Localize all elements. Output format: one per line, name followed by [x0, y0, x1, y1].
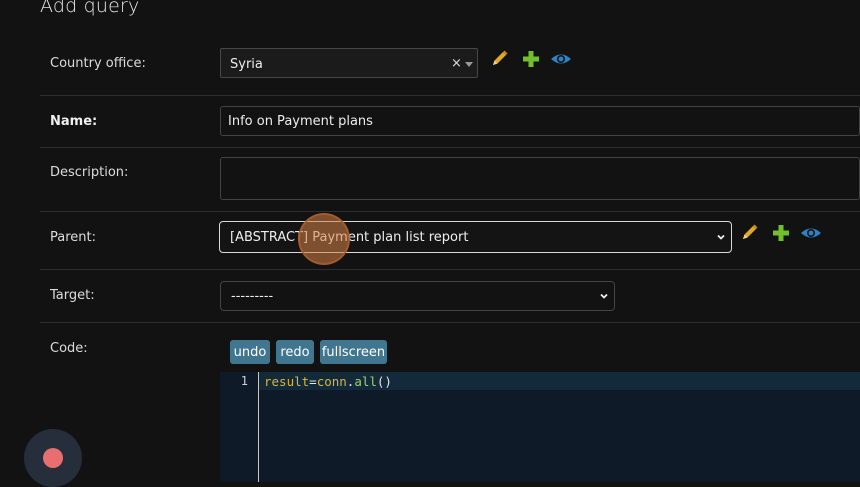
page-title: Add query	[40, 0, 140, 17]
line-number: 1	[240, 374, 248, 388]
redo-button[interactable]: redo	[276, 340, 314, 364]
parent-select[interactable]: [ABSTRACT] Payment plan list report	[219, 221, 732, 253]
code-line[interactable]: result=conn.all()	[264, 374, 392, 389]
code-token-variable: result	[264, 374, 310, 389]
click-indicator	[298, 213, 350, 265]
undo-button[interactable]: undo	[230, 340, 270, 364]
eye-icon[interactable]	[800, 223, 822, 243]
plus-icon[interactable]	[521, 49, 541, 69]
country-office-label: Country office:	[50, 56, 146, 71]
code-label: Code:	[50, 341, 88, 356]
fullscreen-button[interactable]: fullscreen	[320, 340, 387, 364]
clear-selection-icon[interactable]: ×	[451, 56, 462, 71]
code-token-operator: =	[309, 374, 317, 389]
name-label: Name:	[50, 114, 98, 129]
plus-icon[interactable]	[771, 223, 791, 243]
description-textarea[interactable]	[220, 157, 860, 200]
pencil-icon[interactable]	[490, 48, 510, 68]
chevron-down-icon	[717, 234, 725, 240]
target-select[interactable]: ---------	[220, 281, 615, 311]
pencil-icon[interactable]	[740, 222, 760, 242]
record-icon	[43, 448, 63, 468]
parent-label: Parent:	[50, 230, 96, 245]
code-token-object: conn	[316, 374, 347, 389]
country-office-value: Syria	[230, 57, 263, 72]
eye-icon[interactable]	[550, 49, 572, 69]
record-button[interactable]	[24, 429, 82, 487]
target-value: ---------	[231, 288, 274, 304]
name-input[interactable]: Info on Payment plans	[220, 106, 860, 136]
target-label: Target:	[50, 288, 95, 303]
chevron-down-icon	[600, 293, 608, 299]
code-token-parens: ()	[376, 374, 392, 389]
dropdown-arrow-icon[interactable]	[465, 62, 473, 67]
country-office-select[interactable]: Syria ×	[220, 48, 478, 78]
name-value: Info on Payment plans	[228, 113, 373, 129]
code-token-function: all	[354, 374, 377, 389]
line-number-gutter: 1	[220, 372, 259, 482]
code-editor[interactable]: 1 result=conn.all()	[220, 372, 860, 482]
description-label: Description:	[50, 165, 129, 180]
